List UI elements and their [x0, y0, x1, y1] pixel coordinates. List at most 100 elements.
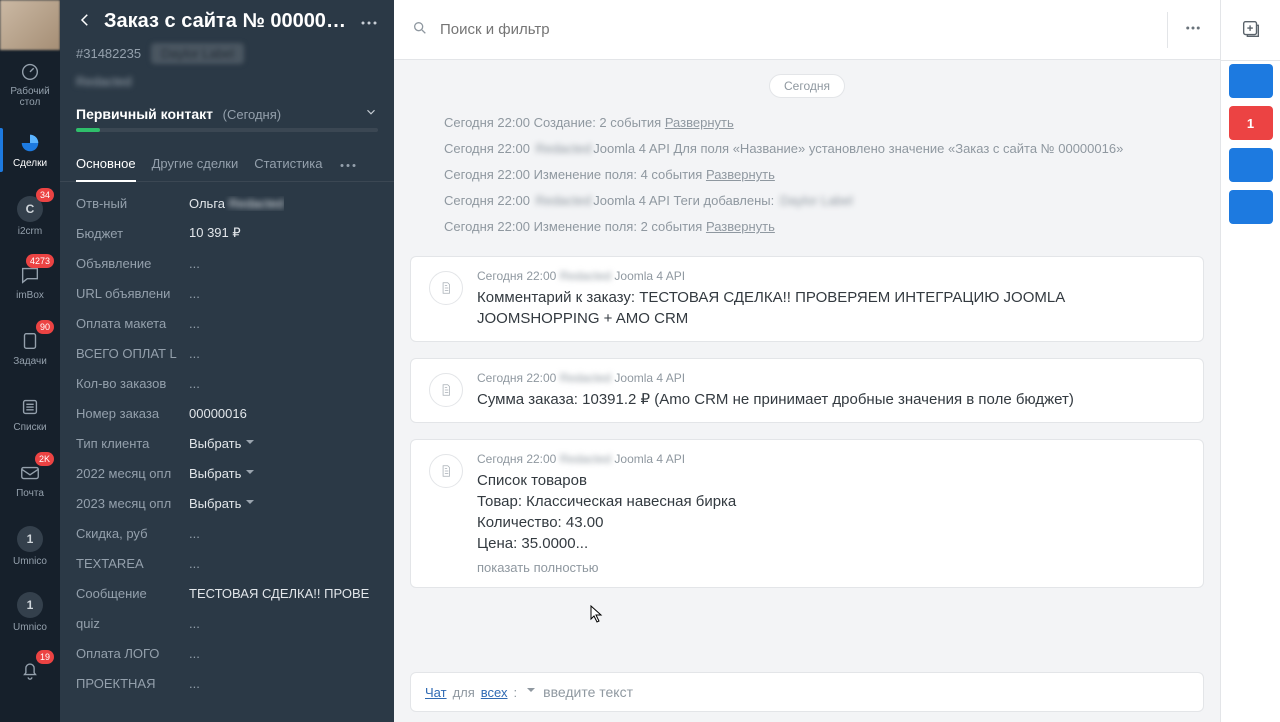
deal-contact-name[interactable]: Redacted — [76, 74, 378, 89]
field-value[interactable]: ... — [189, 676, 200, 691]
field-value[interactable]: ... — [189, 316, 200, 331]
field-value[interactable]: ... — [189, 286, 200, 301]
stage-selector[interactable]: Первичный контакт (Сегодня) — [76, 105, 378, 122]
expand-link[interactable]: Развернуть — [665, 115, 734, 130]
clipboard-icon — [19, 330, 41, 352]
field-label: Сообщение — [76, 586, 181, 601]
nav-lists[interactable]: Списки — [0, 382, 60, 446]
composer-all-link[interactable]: всех — [481, 685, 508, 700]
log-lines: Сегодня 22:00 Создание: 2 события Развер… — [394, 110, 1220, 240]
chevron-down-icon — [364, 105, 378, 122]
show-more-link[interactable]: показать полностью — [477, 560, 1185, 575]
field-value[interactable]: Выбрать — [189, 466, 254, 481]
field-row[interactable]: 2023 месяц оплВыбрать — [76, 488, 378, 518]
right-tab[interactable]: 1 — [1229, 106, 1273, 140]
nav-umnico-1[interactable]: 1 Umnico — [0, 514, 60, 578]
deal-tabs: Основное Другие сделки Статистика — [60, 146, 394, 182]
search-input[interactable] — [438, 20, 1151, 39]
nav-deals[interactable]: Сделки — [0, 118, 60, 182]
left-nav-rail: Рабочий стол Сделки 34 C i2crm 4273 imBo… — [0, 0, 60, 722]
nav-notifications[interactable]: 19 — [0, 646, 60, 694]
card-text: Комментарий к заказу: ТЕСТОВАЯ СДЕЛКА!! … — [477, 287, 1185, 329]
note-card[interactable]: Сегодня 22:00 Redacted Joomla 4 APIСписо… — [410, 439, 1204, 588]
note-icon — [429, 454, 463, 488]
nav-desktop[interactable]: Рабочий стол — [0, 52, 60, 116]
tab-more[interactable] — [339, 146, 357, 181]
tab-other-deals[interactable]: Другие сделки — [152, 146, 239, 181]
note-card[interactable]: Сегодня 22:00 Redacted Joomla 4 API Сумма… — [410, 358, 1204, 423]
field-row[interactable]: ПРОЕКТНАЯ... — [76, 668, 378, 698]
field-value[interactable]: ... — [189, 346, 200, 361]
field-row[interactable]: TEXTAREA... — [76, 548, 378, 578]
field-label: Бюджет — [76, 226, 181, 241]
field-value[interactable]: ... — [189, 376, 200, 391]
card-meta: Сегодня 22:00 Redacted Joomla 4 API — [477, 371, 1185, 385]
nav-label: Umnico — [13, 622, 47, 633]
composer-for: для — [453, 685, 475, 700]
tab-stats[interactable]: Статистика — [254, 146, 322, 181]
tab-main[interactable]: Основное — [76, 146, 136, 181]
field-row[interactable]: Бюджет 10 391 ₽ — [76, 218, 378, 248]
field-value[interactable]: ТЕСТОВАЯ СДЕЛКА!! ПРОВЕ — [189, 586, 369, 601]
field-row[interactable]: quiz... — [76, 608, 378, 638]
card-meta: Сегодня 22:00 Redacted Joomla 4 API — [477, 452, 1185, 466]
date-pill: Сегодня — [769, 74, 845, 98]
field-value[interactable]: ... — [189, 526, 200, 541]
field-row[interactable]: Скидка, руб... — [76, 518, 378, 548]
field-value[interactable]: ... — [189, 556, 200, 571]
field-value[interactable]: Выбрать — [189, 436, 254, 451]
expand-link[interactable]: Развернуть — [706, 219, 775, 234]
count-bubble: 1 — [17, 526, 43, 552]
field-value[interactable]: ... — [189, 616, 200, 631]
field-value[interactable]: Выбрать — [189, 496, 254, 511]
add-tab-icon[interactable] — [1221, 18, 1280, 40]
composer-input[interactable] — [541, 683, 1189, 701]
field-row[interactable]: Тип клиентаВыбрать — [76, 428, 378, 458]
nav-label: Задачи — [13, 356, 47, 367]
field-row[interactable]: Номер заказа00000016 — [76, 398, 378, 428]
message-composer[interactable]: Чат для всех: — [410, 672, 1204, 712]
field-row[interactable]: Отв-ныйОльга Redacted — [76, 188, 378, 218]
chevron-down-icon[interactable] — [527, 688, 535, 696]
field-label: URL объявлени — [76, 286, 181, 301]
field-value[interactable]: ... — [189, 646, 200, 661]
field-row[interactable]: Кол-во заказов... — [76, 368, 378, 398]
field-value[interactable]: ... — [189, 256, 200, 271]
badge: 34 — [36, 188, 54, 202]
search-field[interactable] — [412, 20, 1151, 39]
log-line: Сегодня 22:00 Создание: 2 события Развер… — [444, 110, 1192, 136]
field-row[interactable]: 2022 месяц оплВыбрать — [76, 458, 378, 488]
right-tab[interactable] — [1229, 190, 1273, 224]
field-row[interactable]: Оплата ЛОГО... — [76, 638, 378, 668]
card-meta: Сегодня 22:00 Redacted Joomla 4 API — [477, 269, 1185, 283]
field-value[interactable]: Ольга Redacted — [189, 196, 284, 211]
field-row[interactable]: Объявление... — [76, 248, 378, 278]
header-more-icon[interactable] — [1184, 19, 1202, 40]
more-icon[interactable] — [360, 14, 378, 29]
field-row[interactable]: Сообщение ТЕСТОВАЯ СДЕЛКА!! ПРОВЕ — [76, 578, 378, 608]
nav-label: Почта — [16, 488, 44, 499]
card-text: Сумма заказа: 10391.2 ₽ (Amo CRM не прин… — [477, 389, 1185, 410]
expand-link[interactable]: Развернуть — [706, 167, 775, 182]
field-value[interactable]: 00000016 — [189, 406, 247, 421]
right-tab[interactable] — [1229, 64, 1273, 98]
field-row[interactable]: URL объявлени... — [76, 278, 378, 308]
back-icon[interactable] — [76, 11, 94, 32]
nav-umnico-2[interactable]: 1 Umnico — [0, 580, 60, 644]
nav-tasks[interactable]: 90 Задачи — [0, 316, 60, 380]
workspace-avatar[interactable] — [0, 0, 60, 50]
nav-mail[interactable]: 2K Почта — [0, 448, 60, 512]
nav-imbox[interactable]: 4273 imBox — [0, 250, 60, 314]
deal-panel: Заказ с сайта № 00000016 #31482235 Daylo… — [60, 0, 394, 722]
deal-title[interactable]: Заказ с сайта № 00000016 — [104, 10, 350, 33]
field-row[interactable]: ВСЕГО ОПЛАТ L... — [76, 338, 378, 368]
right-tab[interactable] — [1229, 148, 1273, 182]
note-icon — [429, 373, 463, 407]
composer-chat-link[interactable]: Чат — [425, 685, 447, 700]
deal-tag[interactable]: Daylor Label — [151, 43, 244, 64]
field-value[interactable]: 10 391 ₽ — [189, 225, 241, 241]
nav-i2crm[interactable]: 34 C i2crm — [0, 184, 60, 248]
note-card[interactable]: Сегодня 22:00 Redacted Joomla 4 API Комме… — [410, 256, 1204, 342]
field-label: TEXTAREA — [76, 556, 181, 571]
field-row[interactable]: Оплата макета... — [76, 308, 378, 338]
